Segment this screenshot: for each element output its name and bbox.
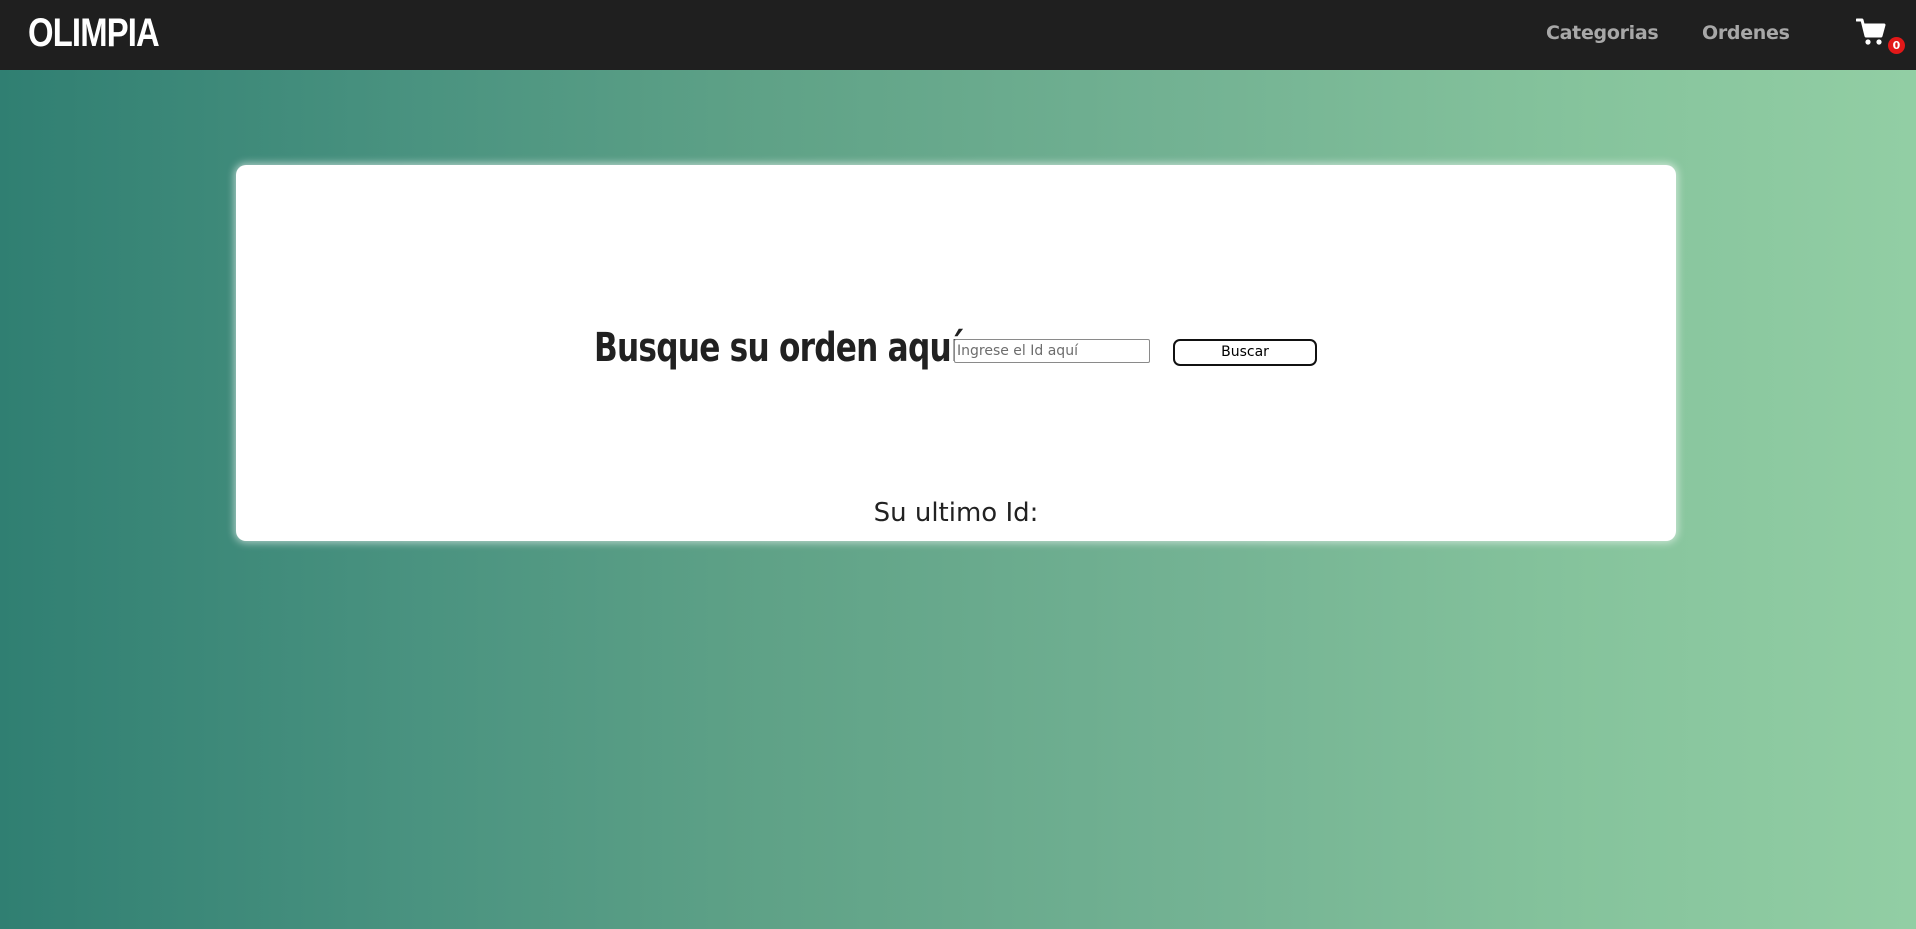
- shopping-cart-icon: [1856, 18, 1886, 45]
- cart-button[interactable]: 0: [1856, 18, 1905, 54]
- order-id-input[interactable]: [954, 339, 1150, 363]
- search-title: Busque su orden aquí:: [594, 325, 973, 371]
- cart-count-badge: 0: [1888, 37, 1905, 54]
- search-button[interactable]: Buscar: [1173, 339, 1317, 366]
- nav-link-categorias[interactable]: Categorias: [1546, 20, 1659, 46]
- top-navbar: OLIMPIA Categorias Ordenes 0: [0, 0, 1916, 70]
- brand-logo[interactable]: OLIMPIA: [28, 8, 160, 58]
- last-id-label: Su ultimo Id:: [873, 498, 1039, 528]
- order-search-card: Busque su orden aquí: Buscar Su ultimo I…: [236, 165, 1676, 541]
- nav-link-ordenes[interactable]: Ordenes: [1702, 20, 1790, 46]
